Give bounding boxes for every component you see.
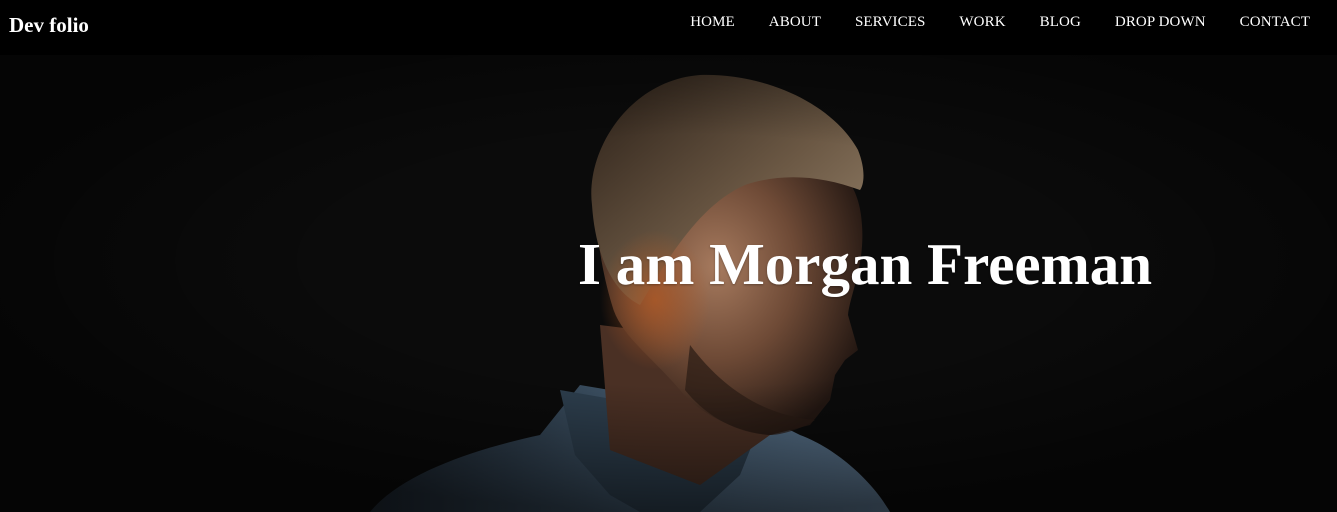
nav-item-work: WORK xyxy=(959,13,1005,31)
nav-item-drop-down: DROP DOWN xyxy=(1115,13,1206,31)
nav-link-work[interactable]: WORK xyxy=(959,14,1005,30)
nav-link-drop-down[interactable]: DROP DOWN xyxy=(1115,14,1206,30)
nav-link-contact[interactable]: CONTACT xyxy=(1240,14,1310,30)
nav-item-blog: BLOG xyxy=(1040,13,1081,31)
hero-section: I am Morgan Freeman xyxy=(0,55,1337,512)
nav-item-contact: CONTACT xyxy=(1240,13,1310,31)
nav-menu: HOME ABOUT SERVICES WORK BLOG DROP DOWN … xyxy=(656,13,1310,31)
navbar: Dev folio HOME ABOUT SERVICES WORK BLOG … xyxy=(0,0,1337,55)
nav-item-home: HOME xyxy=(690,13,735,31)
hero-title: I am Morgan Freeman xyxy=(578,231,1153,297)
nav-link-services[interactable]: SERVICES xyxy=(855,14,925,30)
nav-item-about: ABOUT xyxy=(769,13,821,31)
brand-logo-link[interactable]: Dev folio xyxy=(9,13,89,38)
nav-item-services: SERVICES xyxy=(855,13,925,31)
nav-link-home[interactable]: HOME xyxy=(690,14,735,30)
nav-link-about[interactable]: ABOUT xyxy=(769,14,821,30)
nav-link-blog[interactable]: BLOG xyxy=(1040,14,1081,30)
